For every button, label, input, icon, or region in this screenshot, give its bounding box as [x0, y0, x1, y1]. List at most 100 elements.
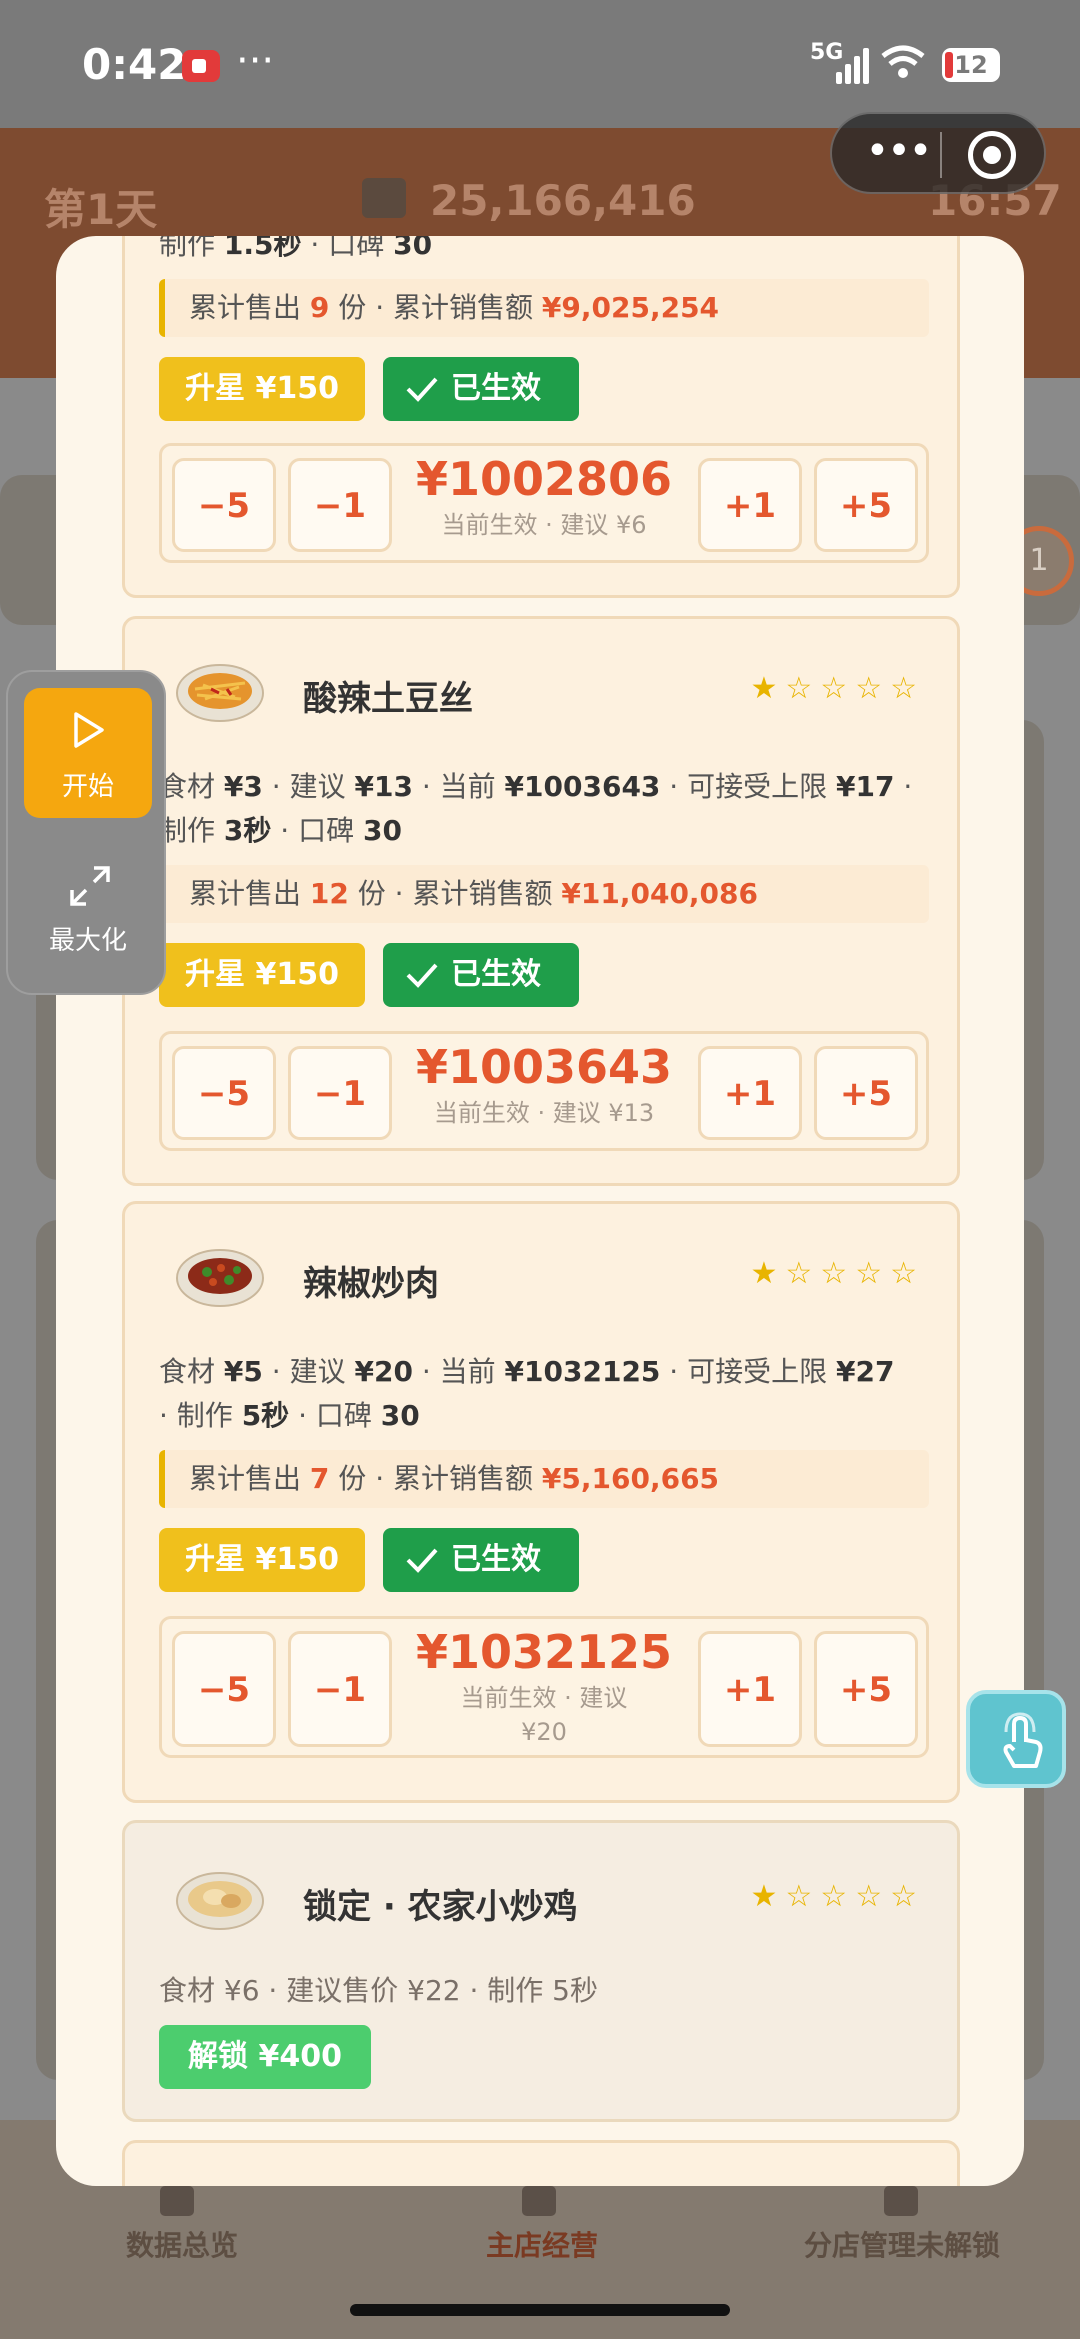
tab-main-store[interactable]: 主店经营 — [486, 2224, 598, 2264]
active-status-button[interactable]: 已生效 — [383, 943, 579, 1007]
star-filled-icon: ★ — [750, 1879, 786, 1914]
increase-5-button[interactable]: +5 — [814, 458, 918, 552]
price-adjuster: −5 −1 ¥1032125 当前生效 · 建议 ¥20 +1 +5 — [159, 1616, 929, 1758]
sales-summary: 累计售出 12 份 · 累计销售额 ¥11,040,086 — [159, 865, 929, 923]
star-empty-icon: ☆ — [855, 1256, 891, 1291]
dish-image — [176, 664, 264, 722]
increase-1-button[interactable]: +1 — [698, 1046, 802, 1140]
play-icon — [74, 712, 104, 748]
increase-1-button[interactable]: +1 — [698, 1631, 802, 1747]
decrease-5-button[interactable]: −5 — [172, 1631, 276, 1747]
price-note: 当前生效 · 建议 ¥20 — [460, 1684, 628, 1746]
floating-control-panel: 开始 最大化 — [6, 670, 166, 995]
dish-name: 酸辣土豆丝 — [303, 679, 473, 719]
branch-tab-icon — [884, 2186, 918, 2216]
dish-image — [176, 1872, 264, 1930]
current-price: ¥1032125 — [416, 1625, 673, 1679]
upgrade-star-button[interactable]: 升星 ¥150 — [159, 1528, 365, 1592]
star-empty-icon: ☆ — [890, 1879, 925, 1914]
decrease-1-button[interactable]: −1 — [288, 1046, 392, 1140]
decrease-1-button[interactable]: −1 — [288, 1631, 392, 1747]
current-price: ¥1002806 — [416, 452, 673, 506]
decrease-1-button[interactable]: −1 — [288, 458, 392, 552]
dish-card: 辣椒炒肉 ★☆☆☆☆ 食材 ¥5 · 建议 ¥20 · 当前 ¥1032125 … — [122, 1201, 960, 1803]
star-empty-icon: ☆ — [820, 1256, 856, 1291]
start-button[interactable]: 开始 — [24, 688, 152, 818]
dish-info: 食材 ¥3 · 建议 ¥13 · 当前 ¥1003643 · 可接受上限 ¥17… — [159, 770, 913, 847]
price-display: ¥1032125 当前生效 · 建议 ¥20 — [416, 1623, 672, 1749]
decrease-5-button[interactable]: −5 — [172, 458, 276, 552]
dish-card: 酸辣土豆丝 ★☆☆☆☆ 食材 ¥3 · 建议 ¥13 · 当前 ¥1003643… — [122, 616, 960, 1186]
increase-5-button[interactable]: +5 — [814, 1046, 918, 1140]
tab-branch-store[interactable]: 分店管理未解锁 — [804, 2224, 1000, 2264]
status-more-dots: ··· — [236, 38, 275, 84]
battery-icon: 12 — [942, 48, 1000, 82]
home-indicator — [350, 2304, 730, 2316]
star-empty-icon: ☆ — [785, 1256, 821, 1291]
increase-5-button[interactable]: +5 — [814, 1631, 918, 1747]
check-icon — [406, 963, 438, 988]
maximize-label: 最大化 — [48, 926, 127, 956]
dish-name: 辣椒炒肉 — [303, 1264, 439, 1304]
day-counter: 第1天 — [44, 185, 158, 234]
star-rating: ★☆☆☆☆ — [750, 1256, 925, 1291]
increase-1-button[interactable]: +1 — [698, 458, 802, 552]
dish-info: 食材 ¥5 · 建议 ¥20 · 当前 ¥1032125 · 可接受上限 ¥27… — [159, 1355, 895, 1432]
start-label: 开始 — [61, 772, 114, 802]
miniprogram-capsule: ••• — [830, 112, 1046, 194]
check-icon — [406, 377, 438, 402]
star-empty-icon: ☆ — [855, 671, 891, 706]
tab-overview[interactable]: 数据总览 — [126, 2224, 238, 2264]
active-status-button[interactable]: 已生效 — [383, 357, 579, 421]
screen-record-icon — [182, 50, 220, 82]
star-rating: ★☆☆☆☆ — [750, 1879, 925, 1914]
unlock-dish-button[interactable]: 解锁 ¥400 — [159, 2025, 371, 2089]
more-menu-icon[interactable]: ••• — [862, 131, 934, 176]
star-empty-icon: ☆ — [890, 1256, 925, 1291]
touch-icon — [1003, 1712, 1043, 1768]
dish-pricing-modal[interactable]: 制作 1.5秒 · 口碑 30 累计售出 9 份 · 累计销售额 ¥9,025,… — [56, 236, 1024, 2186]
dish-name: 锁定 · 农家小炒鸡 — [303, 1887, 578, 1927]
price-display: ¥1003643 当前生效 · 建议 ¥13 — [416, 1038, 672, 1130]
upgrade-star-button[interactable]: 升星 ¥150 — [159, 357, 365, 421]
sales-summary: 累计售出 9 份 · 累计销售额 ¥9,025,254 — [159, 279, 929, 337]
dish-card-partial — [122, 2140, 960, 2186]
current-price: ¥1003643 — [416, 1040, 673, 1094]
star-filled-icon: ★ — [750, 1256, 786, 1291]
assistive-touch-button[interactable] — [966, 1690, 1066, 1788]
price-display: ¥1002806 当前生效 · 建议 ¥6 — [416, 450, 672, 542]
decrease-5-button[interactable]: −5 — [172, 1046, 276, 1140]
star-filled-icon: ★ — [750, 671, 786, 706]
star-empty-icon: ☆ — [855, 1879, 891, 1914]
star-empty-icon: ☆ — [820, 1879, 856, 1914]
wifi-icon — [880, 44, 926, 89]
main-store-tab-icon — [522, 2186, 556, 2216]
price-note: 当前生效 · 建议 ¥13 — [433, 1099, 655, 1127]
price-adjuster: −5 −1 ¥1003643 当前生效 · 建议 ¥13 +1 +5 — [159, 1031, 929, 1151]
locked-dish-card: 锁定 · 农家小炒鸡 ★☆☆☆☆ 食材 ¥6 · 建议售价 ¥22 · 制作 5… — [122, 1820, 960, 2122]
status-time: 0:42 — [82, 40, 187, 89]
check-icon — [406, 1548, 438, 1573]
dish-image — [176, 1249, 264, 1307]
maximize-button[interactable]: 最大化 — [24, 852, 152, 972]
sales-summary: 累计售出 7 份 · 累计销售额 ¥5,160,665 — [159, 1450, 929, 1508]
dish-info-line: 制作 1.5秒 · 口碑 30 — [159, 236, 433, 261]
star-rating: ★☆☆☆☆ — [750, 671, 925, 706]
star-empty-icon: ☆ — [785, 1879, 821, 1914]
active-status-button[interactable]: 已生效 — [383, 1528, 579, 1592]
close-miniprogram-icon[interactable] — [968, 131, 1016, 179]
star-empty-icon: ☆ — [785, 671, 821, 706]
star-empty-icon: ☆ — [820, 671, 856, 706]
signal-icon — [836, 48, 872, 84]
status-bar: 0:42 ··· 5G 12 — [0, 0, 1080, 128]
star-empty-icon: ☆ — [890, 671, 925, 706]
money-total: 25,166,416 — [430, 176, 696, 225]
maximize-icon — [70, 866, 110, 906]
dish-card-top: 制作 1.5秒 · 口碑 30 累计售出 9 份 · 累计销售额 ¥9,025,… — [122, 236, 960, 598]
dish-info: 食材 ¥6 · 建议售价 ¥22 · 制作 5秒 — [159, 1974, 598, 2007]
cash-register-icon — [362, 178, 406, 218]
price-adjuster: −5 −1 ¥1002806 当前生效 · 建议 ¥6 +1 +5 — [159, 443, 929, 563]
price-note: 当前生效 · 建议 ¥6 — [441, 511, 647, 539]
capsule-divider — [940, 132, 942, 178]
upgrade-star-button[interactable]: 升星 ¥150 — [159, 943, 365, 1007]
